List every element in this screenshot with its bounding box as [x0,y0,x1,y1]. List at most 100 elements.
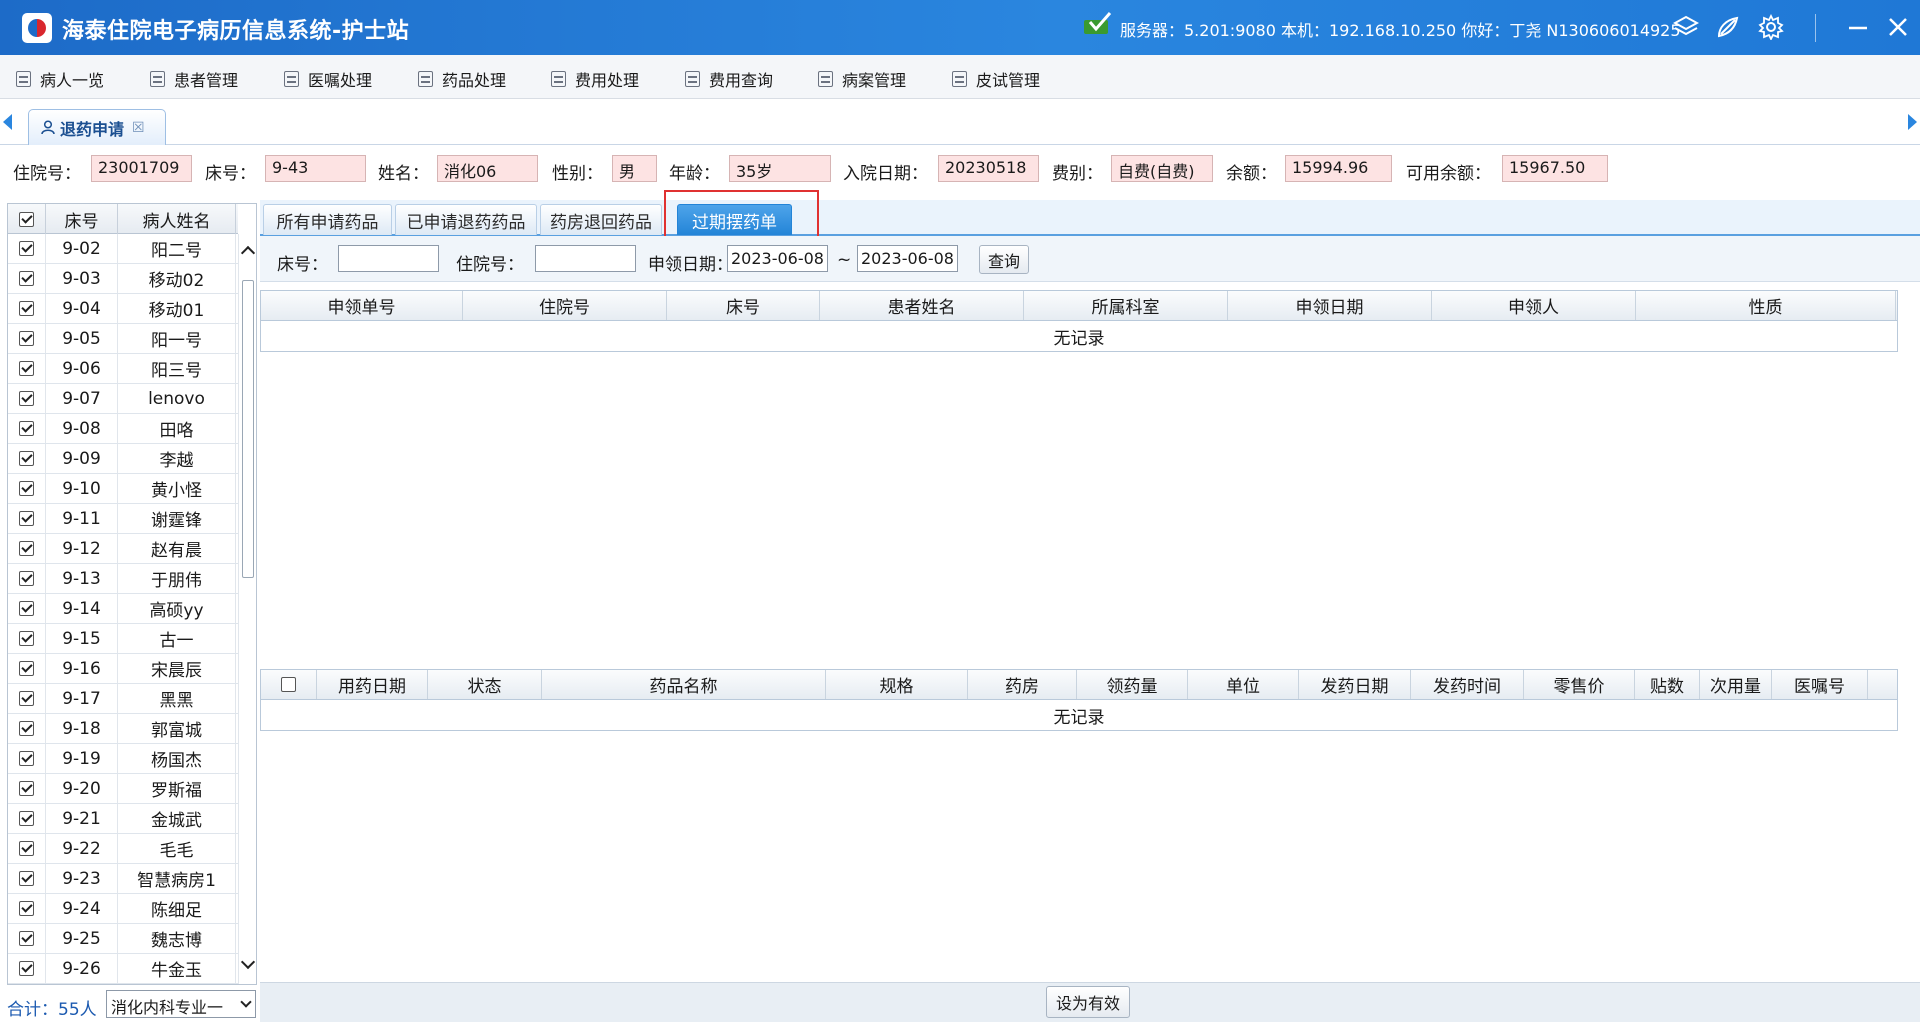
patient-row[interactable]: 9-05 阳一号 [8,324,238,354]
column-header[interactable]: 单位 [1188,670,1299,699]
row-checkbox[interactable] [19,691,34,706]
row-checkbox[interactable] [19,871,34,886]
patient-row[interactable]: 9-08 田咯 [8,414,238,444]
row-checkbox[interactable] [19,451,34,466]
tab-scroll-right-icon[interactable] [1908,114,1917,130]
row-checkbox[interactable] [19,811,34,826]
department-select[interactable]: 消化内科专业一 [106,990,256,1018]
row-checkbox-cell[interactable] [8,744,46,773]
patient-row[interactable]: 9-25 魏志博 [8,924,238,954]
row-checkbox[interactable] [19,931,34,946]
tab-all-requested-drugs[interactable]: 所有申请药品 [263,204,392,235]
column-header[interactable]: 申领单号 [261,291,463,320]
menu-fee-query[interactable]: 费用查询 [685,67,773,91]
close-icon[interactable] [1885,14,1911,40]
scroll-up-icon[interactable] [240,245,256,261]
tab-expired-dispensing-orders[interactable]: 过期摆药单 [677,204,792,235]
patient-row[interactable]: 9-20 罗斯福 [8,774,238,804]
row-checkbox-cell[interactable] [8,864,46,893]
row-checkbox-cell[interactable] [8,534,46,563]
row-checkbox[interactable] [19,631,34,646]
row-checkbox-cell[interactable] [8,294,46,323]
menu-medical-records[interactable]: 病案管理 [818,67,906,91]
column-header[interactable]: 医嘱号 [1772,670,1868,699]
patient-row[interactable]: 9-12 赵有晨 [8,534,238,564]
scrollbar-thumb[interactable] [242,280,254,578]
column-header[interactable]: 贴数 [1635,670,1700,699]
row-checkbox[interactable] [19,481,34,496]
row-checkbox[interactable] [19,271,34,286]
patient-row[interactable]: 9-17 黑黑 [8,684,238,714]
patient-row[interactable]: 9-19 杨国杰 [8,744,238,774]
column-header[interactable]: 申领人 [1432,291,1636,320]
column-header[interactable]: 药房 [968,670,1077,699]
row-checkbox-cell[interactable] [8,324,46,353]
patient-row[interactable]: 9-15 古一 [8,624,238,654]
select-all-cell[interactable] [261,670,317,699]
menu-drug-processing[interactable]: 药品处理 [418,67,506,91]
column-header[interactable]: 用药日期 [317,670,428,699]
column-header[interactable]: 规格 [826,670,968,699]
patient-row[interactable]: 9-26 牛金玉 [8,954,238,984]
row-checkbox[interactable] [19,721,34,736]
row-checkbox-cell[interactable] [8,564,46,593]
patient-row[interactable]: 9-22 毛毛 [8,834,238,864]
column-header[interactable]: 患者姓名 [820,291,1024,320]
column-header[interactable]: 状态 [428,670,542,699]
row-checkbox-cell[interactable] [8,444,46,473]
select-all-checkbox[interactable] [281,677,296,692]
row-checkbox[interactable] [19,751,34,766]
tab-scroll-left-icon[interactable] [3,114,12,130]
menu-patient-overview[interactable]: 病人一览 [16,67,104,91]
patient-row[interactable]: 9-13 于朋伟 [8,564,238,594]
patient-row[interactable]: 9-14 高硕yy [8,594,238,624]
column-header[interactable]: 所属科室 [1024,291,1228,320]
column-header[interactable]: 次用量 [1700,670,1772,699]
name-column-header[interactable]: 病人姓名 [118,204,236,234]
column-header[interactable]: 药品名称 [542,670,826,699]
menu-fee-processing[interactable]: 费用处理 [551,67,639,91]
row-checkbox[interactable] [19,331,34,346]
column-header[interactable]: 发药日期 [1299,670,1411,699]
patient-row[interactable]: 9-10 黄小怪 [8,474,238,504]
patient-row[interactable]: 9-09 李越 [8,444,238,474]
patient-list-scrollbar[interactable] [238,234,256,984]
gender-field[interactable]: 男 [612,155,657,182]
row-checkbox[interactable] [19,841,34,856]
row-checkbox-cell[interactable] [8,504,46,533]
menu-patient-management[interactable]: 患者管理 [150,67,238,91]
row-checkbox-cell[interactable] [8,234,46,263]
row-checkbox-cell[interactable] [8,834,46,863]
row-checkbox[interactable] [19,541,34,556]
patient-row[interactable]: 9-06 阳三号 [8,354,238,384]
patient-row[interactable]: 9-16 宋晨辰 [8,654,238,684]
row-checkbox-cell[interactable] [8,654,46,683]
admission-no-field[interactable]: 23001709 [91,155,192,182]
row-checkbox[interactable] [19,601,34,616]
tab-requested-return-drugs[interactable]: 已申请退药药品 [395,204,537,235]
patient-row[interactable]: 9-03 移动02 [8,264,238,294]
scroll-down-icon[interactable] [240,954,256,970]
column-header[interactable]: 住院号 [463,291,667,320]
row-checkbox[interactable] [19,571,34,586]
patient-row[interactable]: 9-21 金城武 [8,804,238,834]
row-checkbox[interactable] [19,781,34,796]
patient-row[interactable]: 9-18 郭富城 [8,714,238,744]
tab-pharmacy-returned-drugs[interactable]: 药房退回药品 [540,204,662,235]
patient-row[interactable]: 9-02 阳二号 [8,234,238,264]
minimize-icon[interactable] [1845,14,1871,40]
menu-skin-test[interactable]: 皮试管理 [952,67,1040,91]
row-checkbox-cell[interactable] [8,474,46,503]
row-checkbox[interactable] [19,961,34,976]
query-button[interactable]: 查询 [979,245,1029,274]
column-header[interactable]: 申领日期 [1228,291,1432,320]
row-checkbox-cell[interactable] [8,624,46,653]
row-checkbox[interactable] [19,661,34,676]
row-checkbox-cell[interactable] [8,894,46,923]
admit-date-field[interactable]: 20230518 [938,155,1039,182]
column-header[interactable]: 零售价 [1524,670,1635,699]
column-header[interactable]: 领药量 [1077,670,1188,699]
select-all-checkbox[interactable] [19,211,34,227]
row-checkbox-cell[interactable] [8,924,46,953]
row-checkbox-cell[interactable] [8,264,46,293]
